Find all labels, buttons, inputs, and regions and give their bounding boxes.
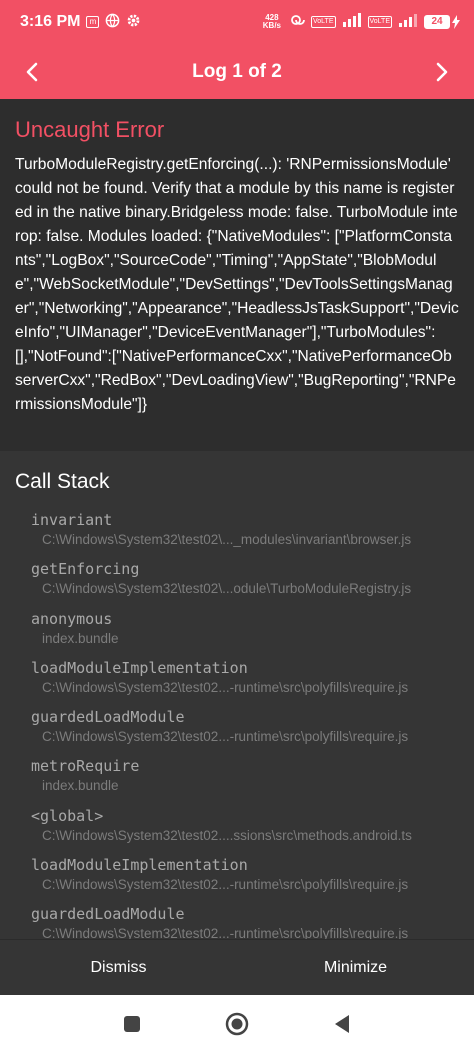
net-speed: 428 KB/s [263, 14, 281, 30]
stack-frame[interactable]: loadModuleImplementation C:\Windows\Syste… [31, 854, 459, 903]
stack-frame-name: <global> [31, 806, 104, 825]
stack-frame[interactable]: guardedLoadModule C:\Windows\System32\tes… [31, 903, 459, 939]
stack-frame-name: anonymous [31, 609, 113, 628]
back-button[interactable] [330, 1012, 354, 1036]
stack-frame-name: getEnforcing [31, 560, 140, 579]
stack-frame-name: metroRequire [31, 757, 140, 776]
volte-icon: VoLTE [311, 16, 336, 28]
chevron-right-icon [436, 62, 448, 82]
stack-frame[interactable]: anonymous index.bundle [31, 608, 459, 657]
error-title: Uncaught Error [15, 117, 165, 142]
system-navigation-bar [0, 995, 474, 1053]
stack-frame-name: loadModuleImplementation [31, 856, 248, 875]
stack-frame[interactable]: getEnforcing C:\Windows\System32\test02\.… [31, 558, 459, 607]
stack-frame-file: index.bundle [42, 778, 119, 794]
battery-icon: 24 [424, 15, 460, 29]
stack-frame[interactable]: metroRequire index.bundle [31, 755, 459, 804]
stack-frame[interactable]: guardedLoadModule C:\Windows\System32\tes… [31, 706, 459, 755]
call-stack-title: Call Stack [15, 470, 110, 493]
call-stack-list: invariant C:\Windows\System32\test02\..._… [15, 509, 459, 939]
message-icon: m [86, 16, 100, 28]
stack-frame[interactable]: invariant C:\Windows\System32\test02\..._… [31, 509, 459, 558]
wifi-icon [398, 13, 418, 31]
hotspot-icon [287, 13, 305, 31]
volte-icon-2: VoLTE [367, 16, 392, 28]
home-button[interactable] [225, 1012, 249, 1036]
battery-level: 24 [424, 15, 450, 29]
log-navbar: Log 1 of 2 [0, 44, 474, 99]
stack-frame-file: C:\Windows\System32\test02...-runtime\sr… [42, 877, 409, 893]
stack-frame-file: index.bundle [42, 630, 119, 646]
log-title: Log 1 of 2 [192, 60, 282, 82]
stack-frame-file: C:\Windows\System32\test02....ssions\src… [42, 827, 412, 843]
next-log-button[interactable] [428, 58, 456, 86]
globe-icon [105, 13, 120, 32]
stack-frame-file: C:\Windows\System32\test02...-runtime\sr… [42, 679, 409, 695]
square-recents-icon [124, 1016, 141, 1032]
prev-log-button[interactable] [18, 58, 46, 86]
charging-icon [452, 15, 460, 29]
settings-icon [126, 13, 141, 32]
triangle-back-icon [334, 1015, 349, 1033]
stack-frame-file: C:\Windows\System32\test02\...odule\Turb… [42, 581, 412, 597]
call-stack-section: Call Stack invariant C:\Windows\System32\… [0, 451, 474, 939]
status-bar: 3:16 PM m 428 KB/s VoLTE VoLTE 24 [0, 0, 474, 44]
status-right: 428 KB/s VoLTE VoLTE 24 [263, 13, 460, 31]
error-section: Uncaught Error TurboModuleRegistry.getEn… [0, 99, 474, 451]
minimize-button[interactable]: Minimize [237, 940, 474, 995]
stack-frame-name: invariant [31, 511, 113, 529]
status-left: 3:16 PM m [20, 13, 141, 32]
footer-bar: Dismiss Minimize [0, 939, 474, 995]
stack-frame-file: C:\Windows\System32\test02...-runtime\sr… [42, 729, 409, 745]
net-speed-unit: KB/s [262, 21, 281, 30]
recents-button[interactable] [120, 1012, 144, 1036]
signal-icon [342, 13, 362, 31]
stack-frame-name: guardedLoadModule [31, 905, 185, 924]
stack-frame-file: C:\Windows\System32\test02...-runtime\sr… [42, 926, 409, 939]
stack-frame[interactable]: loadModuleImplementation C:\Windows\Syste… [31, 657, 459, 706]
status-time: 3:16 PM [20, 13, 81, 30]
dismiss-button[interactable]: Dismiss [0, 940, 237, 995]
circle-home-icon [225, 1012, 249, 1036]
stack-frame-file: C:\Windows\System32\test02\..._modules\i… [42, 532, 412, 547]
top-bar: 3:16 PM m 428 KB/s VoLTE VoLTE 24 Log 1 … [0, 0, 474, 99]
stack-frame[interactable]: <global> C:\Windows\System32\test02....ss… [31, 805, 459, 854]
error-message: TurboModuleRegistry.getEnforcing(...): '… [15, 156, 459, 413]
stack-frame-name: loadModuleImplementation [31, 658, 248, 677]
chevron-left-icon [26, 62, 38, 82]
stack-frame-name: guardedLoadModule [31, 708, 185, 727]
